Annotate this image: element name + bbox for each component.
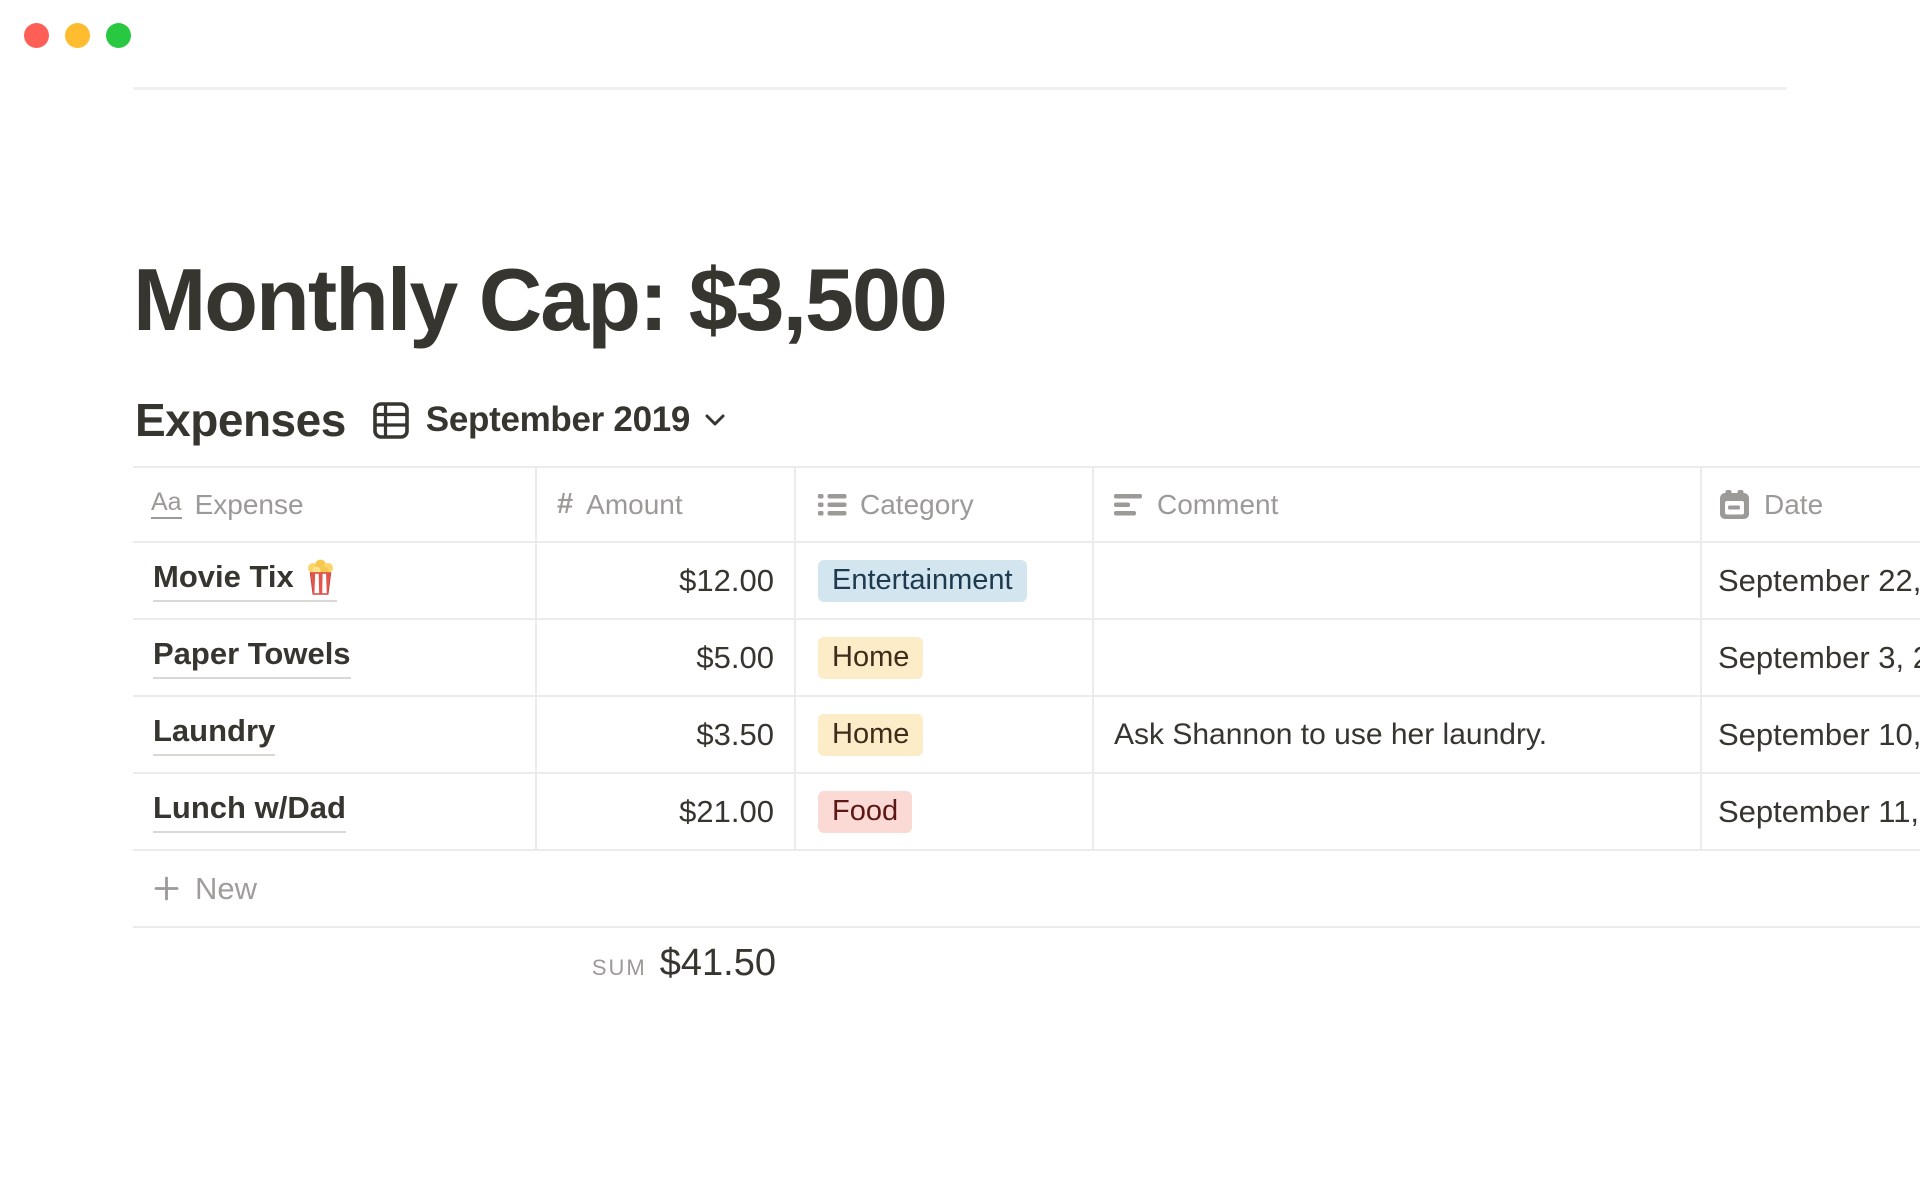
number-property-icon: # [557, 490, 573, 519]
page-title[interactable]: Monthly Cap: $3,500 [133, 252, 946, 349]
date-text: September 3, 2019 [1718, 640, 1920, 676]
column-label: Amount [586, 489, 683, 521]
column-label: Date [1764, 489, 1823, 521]
column-header-comment[interactable]: Comment [1094, 468, 1702, 541]
expense-cell[interactable]: Laundry [133, 697, 537, 772]
expense-title: Laundry [153, 713, 275, 756]
category-tag[interactable]: Food [818, 791, 912, 833]
expense-cell[interactable]: Lunch w/Dad [133, 774, 537, 849]
expense-text: Laundry [153, 713, 275, 749]
sum-label[interactable]: SUM [592, 955, 647, 981]
column-header-amount[interactable]: # Amount [537, 468, 796, 541]
column-header-expense[interactable]: Aa Expense [133, 468, 537, 541]
table-row: Paper Towels $5.00 Home September 3, 201… [133, 620, 1920, 697]
category-cell[interactable]: Food [796, 774, 1094, 849]
date-text: September 10, 2019 [1718, 717, 1920, 753]
view-name: September 2019 [426, 400, 690, 440]
date-cell[interactable]: September 3, 2019 [1702, 620, 1920, 695]
column-header-category[interactable]: Category [796, 468, 1094, 541]
zoom-button[interactable] [106, 23, 131, 48]
amount-cell[interactable]: $12.00 [537, 543, 796, 618]
comment-cell[interactable] [1094, 774, 1702, 849]
text-align-property-icon [1114, 492, 1144, 518]
chevron-down-icon [704, 413, 726, 427]
expense-title: Lunch w/Dad [153, 790, 346, 833]
minimize-button[interactable] [65, 23, 90, 48]
expense-text: Paper Towels [153, 636, 351, 672]
column-label: Comment [1157, 489, 1278, 521]
table-row: Movie Tix $12.00 [133, 543, 1920, 620]
column-label: Expense [195, 489, 304, 521]
calc-row: SUM $41.50 [133, 942, 796, 985]
text-property-icon: Aa [151, 490, 182, 519]
view-switcher[interactable]: September 2019 [372, 400, 726, 440]
comment-cell[interactable] [1094, 620, 1702, 695]
amount-value: $12.00 [679, 563, 774, 599]
table-row: Laundry $3.50 Home Ask Shannon to use he… [133, 697, 1920, 774]
expenses-table: Aa Expense # Amount Category [133, 466, 1920, 985]
date-text: September 11, 2019 [1718, 794, 1920, 830]
expense-cell[interactable]: Paper Towels [133, 620, 537, 695]
new-row-label: New [195, 871, 257, 907]
expense-title: Paper Towels [153, 636, 351, 679]
table-header-row: Aa Expense # Amount Category [133, 466, 1920, 543]
expense-title: Movie Tix [153, 559, 337, 602]
new-row-button[interactable]: New [133, 851, 1920, 928]
date-cell[interactable]: September 22, 2019 [1702, 543, 1920, 618]
category-tag[interactable]: Home [818, 637, 923, 679]
comment-cell[interactable]: Ask Shannon to use her laundry. [1094, 697, 1702, 772]
select-property-icon [818, 492, 847, 518]
amount-value: $21.00 [679, 794, 774, 830]
column-header-date[interactable]: Date [1702, 468, 1920, 541]
column-label: Category [860, 489, 974, 521]
plus-icon [153, 875, 180, 902]
table-view-icon [372, 400, 410, 440]
calendar-property-icon [1718, 488, 1751, 521]
comment-text: Ask Shannon to use her laundry. [1114, 718, 1547, 752]
category-tag[interactable]: Entertainment [818, 560, 1027, 602]
close-button[interactable] [24, 23, 49, 48]
collection-header: Expenses September 2019 [135, 394, 726, 446]
amount-value: $3.50 [696, 717, 774, 753]
expense-text: Lunch w/Dad [153, 790, 346, 826]
comment-cell[interactable] [1094, 543, 1702, 618]
amount-cell[interactable]: $5.00 [537, 620, 796, 695]
collection-title[interactable]: Expenses [135, 393, 346, 447]
popcorn-emoji [304, 559, 337, 595]
notion-window: Monthly Cap: $3,500 Expenses September 2… [0, 0, 1920, 1200]
expense-cell[interactable]: Movie Tix [133, 543, 537, 618]
category-cell[interactable]: Home [796, 697, 1094, 772]
date-cell[interactable]: September 11, 2019 [1702, 774, 1920, 849]
table-row: Lunch w/Dad $21.00 Food September 11, 20… [133, 774, 1920, 851]
amount-value: $5.00 [696, 640, 774, 676]
category-cell[interactable]: Entertainment [796, 543, 1094, 618]
date-cell[interactable]: September 10, 2019 [1702, 697, 1920, 772]
window-controls [24, 23, 131, 48]
category-cell[interactable]: Home [796, 620, 1094, 695]
amount-cell[interactable]: $21.00 [537, 774, 796, 849]
expense-text: Movie Tix [153, 559, 294, 595]
topbar-divider [133, 87, 1787, 90]
sum-value[interactable]: $41.50 [660, 942, 776, 985]
amount-cell[interactable]: $3.50 [537, 697, 796, 772]
category-tag[interactable]: Home [818, 714, 923, 756]
date-text: September 22, 2019 [1718, 563, 1920, 599]
